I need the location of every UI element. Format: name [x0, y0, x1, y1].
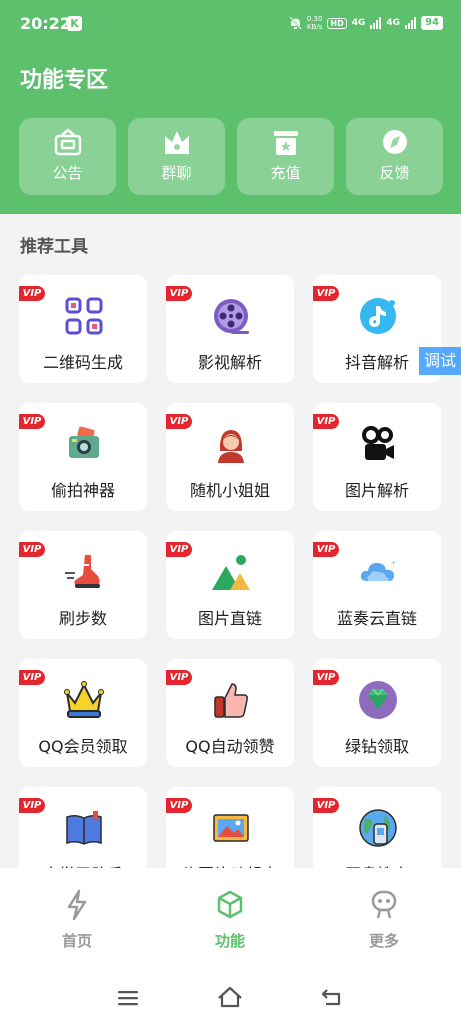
vip-badge: VIP: [19, 542, 45, 557]
bottom-nav: 首页 功能 更多: [0, 868, 461, 1024]
tool-label: 绿钻领取: [344, 737, 409, 756]
tool-card-image-parse[interactable]: VIP 图片解析: [313, 403, 441, 511]
vip-badge: VIP: [313, 286, 339, 301]
globe-phone-icon: [359, 809, 397, 847]
tool-label: 刷步数: [58, 609, 107, 628]
status-time: 20:22: [20, 14, 71, 33]
quick-action-label: 群聊: [161, 164, 192, 182]
signal-bars-icon: [370, 17, 382, 29]
diamond-icon: [359, 681, 397, 719]
mountain-image-icon: [212, 555, 250, 590]
network-speed: 0.30 KB/s: [306, 15, 323, 31]
tool-card-step-count[interactable]: VIP 刷步数: [19, 531, 147, 639]
svg-text:+: +: [391, 560, 396, 567]
tool-card-lanzou-link[interactable]: VIP + 蓝奏云直链: [313, 531, 441, 639]
vip-badge: VIP: [313, 670, 339, 685]
nav-functions[interactable]: 功能: [190, 888, 270, 951]
home-icon[interactable]: [217, 986, 243, 1008]
cube-icon: [217, 890, 243, 919]
vip-badge: VIP: [19, 798, 45, 813]
tiktok-icon: [360, 298, 396, 334]
tool-card-random-girl[interactable]: VIP 随机小姐姐: [166, 403, 294, 511]
quick-action-label: 反馈: [379, 164, 410, 182]
vip-badge: VIP: [166, 670, 192, 685]
tool-card-green-diamond[interactable]: VIP 绿钻领取: [313, 659, 441, 767]
tool-label: 偷拍神器: [50, 481, 115, 500]
tool-label: QQ自动领赞: [185, 737, 275, 756]
vip-badge: VIP: [313, 542, 339, 557]
nav-home[interactable]: 首页: [37, 888, 117, 951]
tool-label: 二维码生成: [42, 353, 123, 372]
vip-badge: VIP: [166, 286, 192, 301]
app-notification-icon: K: [67, 16, 82, 31]
signal-label-1: 4G: [351, 18, 366, 28]
camera-icon: [69, 426, 99, 458]
page-title: 功能专区: [20, 68, 109, 93]
gift-box-icon: [273, 131, 298, 155]
signal-label-2: 4G: [386, 18, 401, 28]
crown-icon: [64, 681, 104, 718]
quick-action-group-chat[interactable]: 群聊: [128, 118, 225, 195]
vip-badge: VIP: [19, 286, 45, 301]
tool-card-qq-vip[interactable]: VIP QQ会员领取: [19, 659, 147, 767]
quick-action-feedback[interactable]: 反馈: [346, 118, 443, 195]
vip-badge: VIP: [166, 798, 192, 813]
tool-label: 蓝奏云直链: [336, 609, 417, 628]
vip-badge: VIP: [19, 414, 45, 429]
hd-badge: HD: [327, 17, 347, 29]
status-indicators: 0.30 KB/s HD 4G 4G 94: [289, 15, 443, 31]
tool-label: 图片直链: [197, 609, 262, 628]
quick-action-label: 公告: [52, 164, 83, 182]
nav-more[interactable]: 更多: [344, 888, 424, 951]
header: 20:22 K 0.30 KB/s HD 4G 4G 94 功能专区 公告 群聊…: [0, 0, 461, 214]
tool-label: 图片解析: [344, 481, 409, 500]
vip-badge: VIP: [166, 414, 192, 429]
menu-icon[interactable]: [117, 990, 139, 1006]
compass-icon: [382, 130, 407, 154]
group-crown-icon: [164, 131, 189, 154]
vip-badge: VIP: [313, 798, 339, 813]
status-bar: 20:22 K 0.30 KB/s HD 4G 4G 94: [0, 0, 461, 48]
signal-bars-icon: [405, 17, 417, 29]
debug-button[interactable]: 调试: [419, 347, 461, 375]
tool-label: 随机小姐姐: [189, 481, 270, 500]
section-title: 推荐工具: [20, 237, 88, 257]
announcement-icon: [54, 128, 81, 156]
tool-label: QQ会员领取: [38, 737, 128, 756]
book-icon: [66, 811, 102, 845]
robot-icon: [371, 890, 397, 919]
vip-badge: VIP: [19, 670, 45, 685]
tool-card-image-link[interactable]: VIP 图片直链: [166, 531, 294, 639]
quick-action-recharge[interactable]: 充值: [237, 118, 334, 195]
girl-avatar-icon: [218, 430, 244, 463]
picture-icon: [213, 814, 249, 842]
vip-badge: VIP: [166, 542, 192, 557]
cloud-icon: +: [360, 560, 396, 581]
kuaishou-camera-icon: [362, 426, 394, 460]
qrcode-icon: [65, 297, 103, 335]
lightning-icon: [67, 889, 87, 921]
nav-label: 功能: [214, 932, 245, 950]
tool-card-spy-camera[interactable]: VIP 偷拍神器: [19, 403, 147, 511]
nav-label: 更多: [368, 932, 399, 950]
quick-action-announcement[interactable]: 公告: [19, 118, 116, 195]
system-navigation-bar: [0, 973, 461, 1023]
tool-label: 影视解析: [197, 353, 262, 372]
tool-card-qrcode[interactable]: VIP 二维码生成: [19, 275, 147, 383]
film-reel-icon: [214, 299, 249, 334]
battery-level: 94: [421, 16, 443, 30]
nav-label: 首页: [61, 932, 92, 950]
thumbs-up-icon: [214, 683, 248, 718]
back-icon[interactable]: [321, 988, 343, 1006]
tool-card-qq-auto-like[interactable]: VIP QQ自动领赞: [166, 659, 294, 767]
tool-card-video-parse[interactable]: VIP 影视解析: [166, 275, 294, 383]
mute-bell-icon: [289, 16, 302, 30]
running-shoe-icon: [65, 555, 100, 588]
vip-badge: VIP: [313, 414, 339, 429]
quick-action-label: 充值: [270, 164, 301, 182]
